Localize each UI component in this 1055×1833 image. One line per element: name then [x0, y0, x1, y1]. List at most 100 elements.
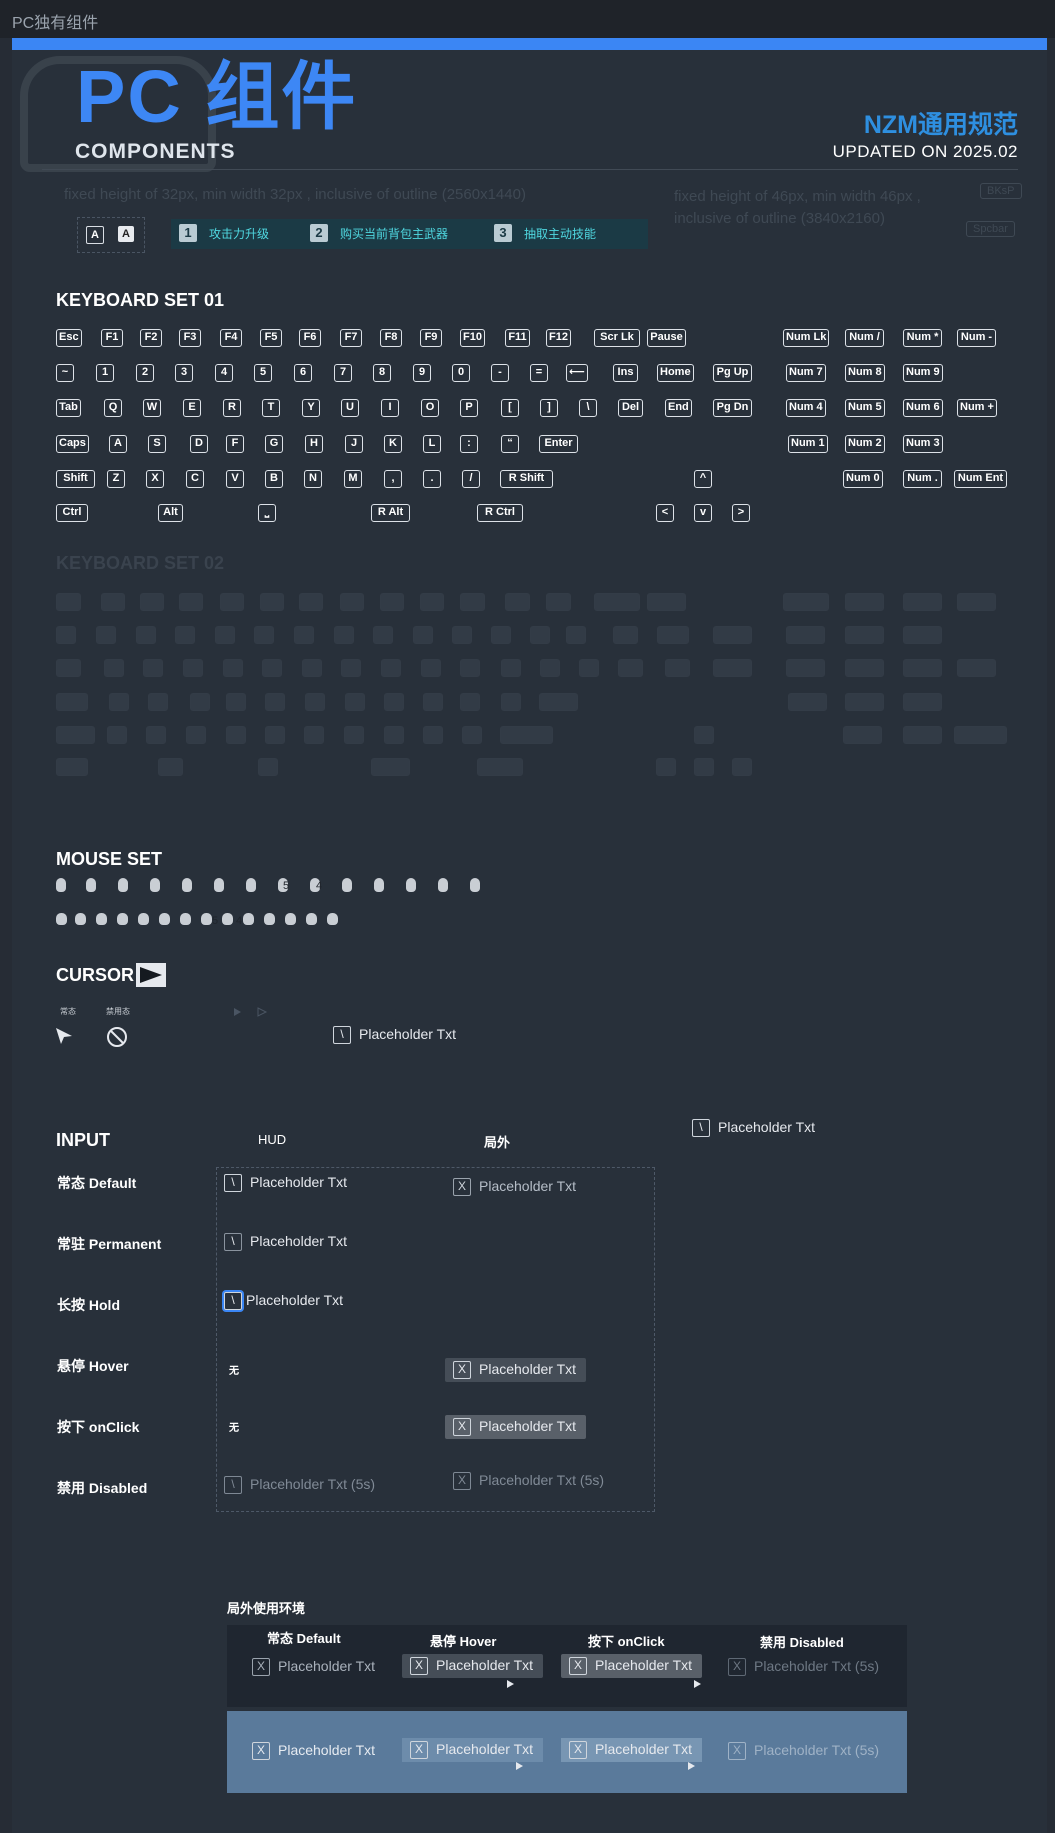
ghost-key-4-0	[56, 726, 95, 744]
key-4-14: Num .	[903, 470, 942, 488]
ghost-key-3-3	[190, 693, 210, 711]
mouse-icon	[246, 878, 256, 892]
ghost-key-1-10	[452, 626, 472, 644]
key-3-11: “	[501, 435, 519, 453]
note-right-2: inclusive of outline (3840x2160)	[674, 210, 885, 227]
outside-dark-default[interactable]: X Placeholder Txt	[252, 1658, 375, 1677]
ghost-key-2-2	[143, 659, 163, 677]
ghost-key-2-8	[381, 659, 401, 677]
skill-button-3[interactable]: 3 抽取主动技能	[486, 219, 648, 249]
ghost-key-0-16	[845, 593, 884, 611]
ghost-key-3-11	[501, 693, 521, 711]
outside-light-default[interactable]: X Placeholder Txt	[252, 1742, 375, 1761]
key-0-12: F12	[546, 329, 571, 347]
key-2-19: Num 6	[903, 399, 943, 417]
mouse-icon	[406, 878, 416, 892]
ghost-key-1-9	[413, 626, 433, 644]
ghost-key-2-14	[618, 659, 643, 677]
ghost-key-1-15	[657, 626, 689, 644]
ghost-key-4-9	[423, 726, 443, 744]
key-4-8: ,	[384, 470, 402, 488]
hud-permanent[interactable]: \ Placeholder Txt	[224, 1233, 347, 1252]
ghost-key-1-4	[215, 626, 235, 644]
outside-col-hover: 悬停 Hover	[430, 1634, 497, 1649]
key-2-11: [	[501, 399, 519, 417]
ghost-key-4-2	[146, 726, 166, 744]
updated-date: UPDATED ON 2025.02	[832, 142, 1018, 161]
ghost-key-0-7	[340, 593, 364, 611]
ghost-key-1-6	[294, 626, 314, 644]
key-0-17: Num *	[903, 329, 942, 347]
ghost-key-3-12	[539, 693, 578, 711]
mouse-icon-small	[306, 913, 317, 925]
hud-hold[interactable]: \ Placeholder Txt	[224, 1292, 343, 1311]
window-title: PC独有组件	[12, 15, 99, 32]
outside-light-disabled: X Placeholder Txt (5s)	[728, 1742, 879, 1761]
key-4-0: Shift	[56, 470, 95, 488]
key-0-10: F10	[460, 329, 485, 347]
mouse-button-number: 4	[316, 880, 323, 892]
key-2-15: End	[665, 399, 692, 417]
mouse-icon-small	[96, 913, 107, 925]
key-4-1: Z	[107, 470, 125, 488]
mouse-icon-small	[264, 913, 275, 925]
key-1-15: Home	[657, 364, 694, 382]
key-1-11: -	[491, 364, 509, 382]
outside-dark-hover[interactable]: X Placeholder Txt	[402, 1654, 544, 1679]
mouse-icon-small	[138, 913, 149, 925]
key-0-16: Num /	[845, 329, 884, 347]
col-outside: 局外	[484, 1135, 511, 1150]
out-default[interactable]: X Placeholder Txt	[453, 1178, 576, 1197]
ghost-key-2-19	[903, 659, 942, 677]
skill-button-2[interactable]: 2 购买当前背包主武器	[302, 219, 488, 249]
input-title: INPUT	[56, 1130, 110, 1150]
tag-spcbar: Spcbar	[966, 221, 1015, 237]
ghost-key-3-5	[265, 693, 285, 711]
mouse-icon-small	[180, 913, 191, 925]
ghost-key-4-6	[304, 726, 324, 744]
key-4-10: /	[462, 470, 480, 488]
ghost-key-0-2	[140, 593, 164, 611]
ghost-key-5-3	[371, 758, 410, 776]
out-hover[interactable]: X Placeholder Txt	[445, 1358, 587, 1383]
key-5-4: R Ctrl	[477, 504, 523, 522]
ghost-key-2-18	[845, 659, 884, 677]
state-disabled-label: 禁用 Disabled	[57, 1480, 148, 1496]
ghost-key-3-15	[903, 693, 942, 711]
key-4-7: M	[344, 470, 362, 488]
outside-dark-click[interactable]: X Placeholder Txt	[561, 1654, 703, 1679]
ghost-key-0-5	[260, 593, 284, 611]
ghost-key-1-8	[373, 626, 393, 644]
arrow-cursor-icon	[56, 1028, 72, 1044]
cursor-badge-icon	[136, 963, 166, 987]
key-2-13: \	[579, 399, 597, 417]
outside-light-hover[interactable]: X Placeholder Txt	[402, 1738, 544, 1763]
key-3-2: S	[148, 435, 166, 453]
ghost-key-3-2	[148, 693, 168, 711]
ghost-key-0-15	[783, 593, 829, 611]
input-side-placeholder: \ Placeholder Txt	[692, 1119, 815, 1138]
outside-title: 局外使用环境	[227, 1601, 306, 1616]
mouse-button-number: 5	[212, 915, 219, 927]
col-hud: HUD	[258, 1132, 287, 1147]
mouse-icon	[470, 878, 480, 892]
skill-key: 1	[179, 224, 197, 242]
ghost-key-1-13	[566, 626, 586, 644]
key-2-4: R	[223, 399, 241, 417]
ghost-key-2-7	[341, 659, 361, 677]
hud-default[interactable]: \ Placeholder Txt	[224, 1174, 347, 1193]
key-0-4: F4	[220, 329, 242, 347]
ghost-key-2-5	[262, 659, 282, 677]
pointer-icon	[694, 1680, 701, 1688]
ghost-key-0-6	[299, 593, 323, 611]
outside-light-click[interactable]: X Placeholder Txt	[561, 1738, 703, 1763]
key-1-8: 8	[373, 364, 391, 382]
ghost-key-5-5	[656, 758, 676, 776]
ghost-key-0-10	[460, 593, 485, 611]
mouse-icon-small	[75, 913, 86, 925]
key-2-6: Y	[302, 399, 320, 417]
out-click[interactable]: X Placeholder Txt	[445, 1415, 587, 1440]
mouse-icon	[438, 878, 448, 892]
outside-col-default: 常态 Default	[267, 1631, 341, 1646]
key-2-14: Del	[618, 399, 643, 417]
